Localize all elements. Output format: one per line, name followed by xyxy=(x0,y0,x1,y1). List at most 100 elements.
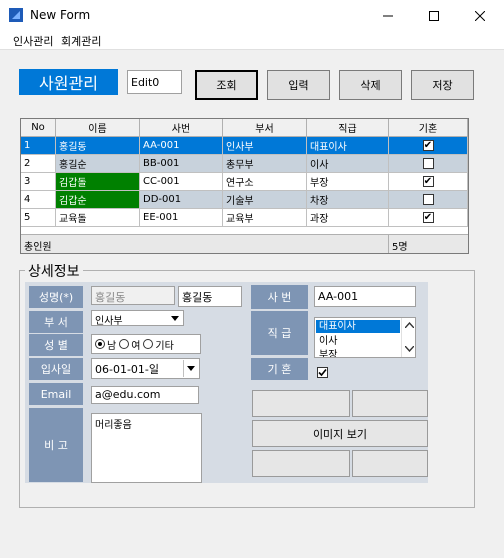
close-button[interactable] xyxy=(457,0,503,31)
married-label: 기 혼 xyxy=(251,358,308,380)
grid-cell-no[interactable]: 5 xyxy=(21,209,56,227)
column-header-no[interactable]: No xyxy=(21,119,56,137)
grid-cell-id[interactable]: EE-001 xyxy=(140,209,223,227)
grid-cell-dept[interactable]: 인사부 xyxy=(223,137,307,155)
hire-date-value: 06-01-01-일 xyxy=(95,362,160,376)
grid-cell-dept[interactable]: 기술부 xyxy=(223,191,307,209)
maximize-button[interactable] xyxy=(411,0,457,31)
column-header-name[interactable]: 이름 xyxy=(56,119,140,137)
gender-other-label: 기타 xyxy=(155,340,174,352)
grid-cell-rank[interactable]: 부장 xyxy=(307,173,389,191)
gender-radio-group: 남 여 기타 xyxy=(91,334,201,354)
married-cell[interactable]: ✔ xyxy=(389,137,468,155)
edit0-input[interactable] xyxy=(127,70,182,94)
window-title: New Form xyxy=(30,8,91,22)
grid-cell-id[interactable]: DD-001 xyxy=(140,191,223,209)
delete-button[interactable]: 삭제 xyxy=(339,70,402,100)
grid-cell-no[interactable]: 3 xyxy=(21,173,56,191)
grid-cell-no[interactable]: 4 xyxy=(21,191,56,209)
dept-dropdown-icon[interactable] xyxy=(168,312,182,324)
married-checkbox-cell[interactable]: ✔ xyxy=(422,140,434,151)
column-header-married[interactable]: 기혼 xyxy=(389,119,468,137)
grid-cell-name[interactable]: 김갑순 xyxy=(56,191,140,209)
app-icon xyxy=(9,8,23,22)
column-header-id[interactable]: 사번 xyxy=(140,119,223,137)
married-cell[interactable]: ✔ xyxy=(389,209,468,227)
rank-option-selected[interactable]: 대표이사 xyxy=(316,320,400,333)
column-header-dept[interactable]: 부서 xyxy=(223,119,307,137)
emp-id-label: 사 번 xyxy=(251,285,308,309)
gender-label: 성 별 xyxy=(29,334,83,356)
grid-cell-id[interactable]: BB-001 xyxy=(140,155,223,173)
image-view-button[interactable]: 이미지 보기 xyxy=(252,420,428,447)
grid-cell-dept[interactable]: 총무부 xyxy=(223,155,307,173)
married-cell[interactable] xyxy=(389,155,468,173)
married-checkbox-cell[interactable]: ✔ xyxy=(422,212,434,223)
grid-cell-rank[interactable]: 차장 xyxy=(307,191,389,209)
emp-id-input[interactable]: AA-001 xyxy=(314,286,416,307)
image-button-top-left[interactable] xyxy=(252,390,350,417)
total-count: 5명 xyxy=(392,242,408,253)
name-input[interactable]: 홍길동 xyxy=(178,286,242,307)
grid-cell-name[interactable]: 홍길동 xyxy=(56,137,140,155)
rank-option[interactable]: 부장 xyxy=(319,349,337,357)
grid-cell-rank[interactable]: 대표이사 xyxy=(307,137,389,155)
footer-divider xyxy=(388,234,389,253)
email-label: Email xyxy=(29,383,83,405)
grid-cell-dept[interactable]: 연구소 xyxy=(223,173,307,191)
grid-cell-no[interactable]: 1 xyxy=(21,137,56,155)
dept-label: 부 서 xyxy=(29,311,83,333)
insert-button[interactable]: 입력 xyxy=(267,70,330,100)
note-label: 비 고 xyxy=(29,408,83,482)
rank-scrollbar[interactable] xyxy=(401,318,415,357)
scroll-up-icon[interactable] xyxy=(405,322,414,328)
column-header-rank[interactable]: 직급 xyxy=(307,119,389,137)
note-textarea[interactable]: 머리좋음 xyxy=(91,413,202,483)
image-button-bottom-left[interactable] xyxy=(252,450,350,477)
page-title: 사원관리 xyxy=(19,69,118,95)
image-button-top-right[interactable] xyxy=(352,390,428,417)
email-input[interactable]: a@edu.com xyxy=(91,386,199,404)
gender-male-label: 남 xyxy=(107,340,117,352)
grid-cell-name[interactable]: 홍길순 xyxy=(56,155,140,173)
grid-cell-name[interactable]: 교육돌 xyxy=(56,209,140,227)
gender-female-label: 여 xyxy=(131,340,141,352)
check-icon xyxy=(318,368,327,377)
rank-listbox[interactable]: 대표이사 이사 부장 xyxy=(314,317,416,358)
grid-cell-id[interactable]: AA-001 xyxy=(140,137,223,155)
grid-cell-no[interactable]: 2 xyxy=(21,155,56,173)
gender-radio-other[interactable]: 기타 xyxy=(143,337,174,352)
status-bar xyxy=(0,540,504,558)
grid-cell-dept[interactable]: 교육부 xyxy=(223,209,307,227)
married-cell[interactable]: ✔ xyxy=(389,173,468,191)
married-checkbox-cell[interactable] xyxy=(422,194,434,205)
name-readonly-field: 홍길동 xyxy=(91,286,175,305)
dept-select-value: 인사부 xyxy=(95,316,123,326)
hire-date-dropdown-icon[interactable] xyxy=(183,360,198,377)
rank-label: 직 급 xyxy=(251,311,308,355)
grid-cell-name[interactable]: 김갑돌 xyxy=(56,173,140,191)
close-icon xyxy=(475,10,485,21)
married-cell[interactable] xyxy=(389,191,468,209)
employee-grid[interactable]: No 이름 사번 부서 직급 기혼 1 홍길동 AA-001 인사부 대표이사 ✔ 2 홍길순… xyxy=(20,118,469,254)
grid-cell-id[interactable]: CC-001 xyxy=(140,173,223,191)
menu-item-accounting[interactable]: 회계관리 xyxy=(61,33,101,49)
hire-date-label: 입사일 xyxy=(29,358,83,380)
married-checkbox-cell[interactable]: ✔ xyxy=(422,176,434,187)
married-checkbox[interactable] xyxy=(317,367,328,378)
rank-option[interactable]: 이사 xyxy=(319,335,337,348)
grid-cell-rank[interactable]: 이사 xyxy=(307,155,389,173)
grid-cell-rank[interactable]: 과장 xyxy=(307,209,389,227)
menu-item-hr[interactable]: 인사관리 xyxy=(13,33,53,49)
minimize-button[interactable] xyxy=(365,0,411,31)
detail-group-title: 상세정보 xyxy=(25,261,83,281)
gender-radio-male[interactable]: 남 xyxy=(95,337,116,352)
married-checkbox-cell[interactable] xyxy=(422,158,434,169)
gender-radio-female[interactable]: 여 xyxy=(119,337,140,352)
search-button[interactable]: 조회 xyxy=(195,70,258,100)
total-label: 총인원 xyxy=(24,242,52,253)
image-button-bottom-right[interactable] xyxy=(352,450,428,477)
maximize-icon xyxy=(429,10,439,21)
save-button[interactable]: 저장 xyxy=(411,70,474,100)
scroll-down-icon[interactable] xyxy=(405,346,414,352)
